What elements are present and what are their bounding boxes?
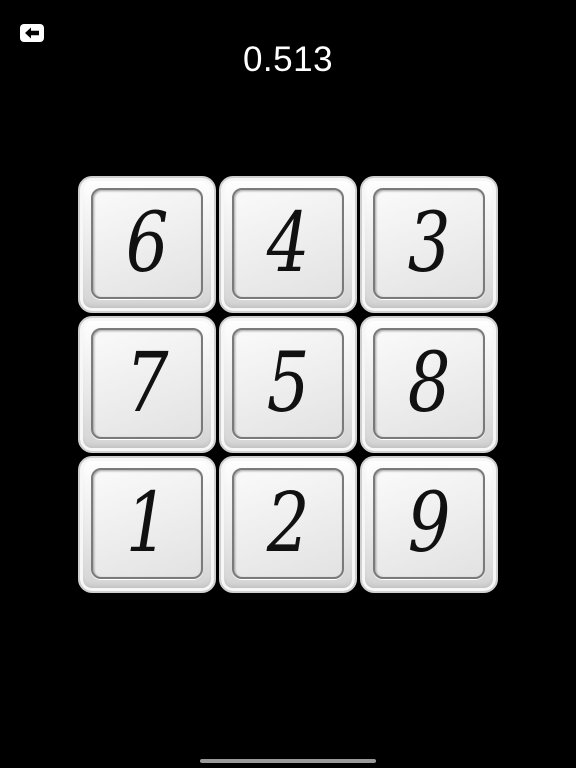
tile-face: 2 [232, 468, 344, 579]
tile-number: 3 [407, 195, 451, 291]
tile-face: 8 [373, 328, 485, 439]
tile[interactable]: 5 [219, 316, 357, 453]
tile-number: 8 [407, 335, 451, 431]
tile[interactable]: 2 [219, 456, 357, 593]
tile-number: 6 [125, 195, 169, 291]
tile[interactable]: 9 [360, 456, 498, 593]
tile-face: 3 [373, 188, 485, 299]
tile-face: 9 [373, 468, 485, 579]
tile-face: 1 [91, 468, 203, 579]
tile-number: 1 [125, 475, 169, 571]
tile[interactable]: 6 [78, 176, 216, 313]
tile-face: 4 [232, 188, 344, 299]
tile[interactable]: 4 [219, 176, 357, 313]
home-indicator[interactable] [200, 759, 376, 763]
tile-number: 9 [407, 475, 451, 571]
tile-number: 5 [266, 335, 310, 431]
tile-number: 2 [266, 475, 310, 571]
tile[interactable]: 1 [78, 456, 216, 593]
tile-number: 7 [125, 335, 169, 431]
tile-face: 5 [232, 328, 344, 439]
tile[interactable]: 3 [360, 176, 498, 313]
tile-face: 7 [91, 328, 203, 439]
tile-grid: 6 4 3 7 5 8 1 2 9 [78, 176, 498, 594]
tile-number: 4 [266, 195, 310, 291]
timer-display: 0.513 [242, 40, 334, 79]
tile[interactable]: 7 [78, 316, 216, 453]
tile[interactable]: 8 [360, 316, 498, 453]
tile-face: 6 [91, 188, 203, 299]
